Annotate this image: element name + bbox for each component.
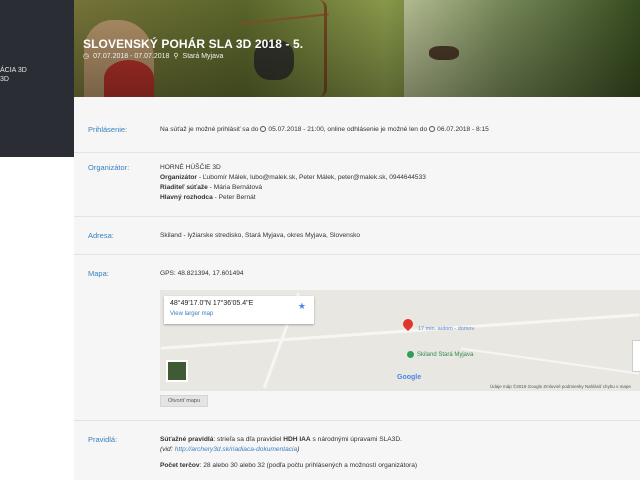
event-location: Stará Myjava <box>182 52 224 60</box>
organizer-contact: - Ľubomír Málek, lubo@malek.sk, Peter Má… <box>197 174 426 181</box>
rules-title: Súťažné pravidlá <box>160 436 214 443</box>
map-info-card: 48°49'17.0"N 17°36'05.4"E View larger ma… <box>164 296 314 324</box>
address-label: Adresa: <box>88 231 114 240</box>
open-map-button[interactable]: Otvoriť mapu <box>160 395 208 407</box>
satellite-toggle[interactable] <box>166 360 188 382</box>
map-footer: Údaje máp ©2018 Google Zmluvné podmienky… <box>490 384 631 389</box>
organizer-role: Organizátor <box>160 174 198 181</box>
poi-icon[interactable] <box>407 351 414 358</box>
row-address: Adresa: Skiland - lyžiarske stredisko, S… <box>74 217 640 255</box>
targets-text: : 28 alebo 30 alebo 32 (podľa počtu prih… <box>199 462 418 469</box>
map-pin-label: 17 min. autom - domov <box>418 326 475 332</box>
view-larger-map-link[interactable]: View larger map <box>170 311 213 317</box>
sidebar-menu: ÁCIA 3D 3D <box>0 0 74 157</box>
event-details: Prihlásenie: Na súťaž je možné prihlásiť… <box>74 97 640 480</box>
star-icon[interactable]: ★ <box>298 301 306 312</box>
sidebar-item-label-1[interactable]: ÁCIA 3D <box>0 66 27 75</box>
row-registration: Prihlásenie: Na súťaž je možné prihlásiť… <box>74 97 640 153</box>
organizer-value: HORNÉ HÚŠČIE 3D Organizátor - Ľubomír Má… <box>160 163 426 203</box>
poi-label[interactable]: Skiland Stará Myjava <box>417 352 473 358</box>
rules-label: Pravidlá: <box>88 435 118 444</box>
row-organizer: Organizátor: HORNÉ HÚŠČIE 3D Organizátor… <box>74 153 640 217</box>
registration-text: Na súťaž je možné prihlásiť sa do <box>160 126 259 133</box>
sidebar: ÁCIA 3D 3D <box>0 0 74 480</box>
clock-icon: ◷ <box>83 53 90 60</box>
row-rules: Pravidlá: Súťažné pravidlá: strieľa sa d… <box>74 421 640 480</box>
director-name: - Mária Bernátová <box>207 184 263 191</box>
map-coordinates: 48°49'17.0"N 17°36'05.4"E <box>170 300 254 307</box>
sidebar-menu-text[interactable]: ÁCIA 3D 3D <box>0 66 27 84</box>
organizer-club: HORNÉ HÚŠČIE 3D <box>160 164 221 171</box>
registration-label: Prihlásenie: <box>88 125 128 134</box>
rules-text-2: s národnými úpravami SLA3D. <box>310 436 402 443</box>
gps-coordinates: GPS: 48.821394, 17.601494 <box>160 270 244 277</box>
event-dates: 07.07.2018 - 07.07.2018 <box>93 52 170 60</box>
registration-value: Na súťaž je možné prihlásiť sa do 05.07.2… <box>160 125 489 135</box>
event-hero-image: SLOVENSKÝ POHÁR SLA 3D 2018 - 5. ◷ 07.07… <box>74 0 640 97</box>
rules-hdh: HDH IAA <box>283 436 311 443</box>
rules-documentation-link[interactable]: http://archery3d.sk/riadiaca-dokumentaci… <box>175 446 297 453</box>
map-label: Mapa: <box>88 269 109 278</box>
rules-value: Súťažné pravidlá: strieľa sa dľa pravidi… <box>160 435 417 471</box>
clock-icon <box>429 126 436 132</box>
organizer-label: Organizátor: <box>88 163 130 172</box>
unregistration-deadline: 06.07.2018 - 8:15 <box>437 126 489 133</box>
address-value: Skiland - lyžiarske stredisko, Stará Myj… <box>160 232 361 239</box>
event-title: SLOVENSKÝ POHÁR SLA 3D 2018 - 5. <box>83 37 304 51</box>
registration-deadline: 05.07.2018 - 21:00, online odhlásenie je… <box>268 126 428 133</box>
google-logo: Google <box>397 374 422 381</box>
clock-icon <box>260 126 267 132</box>
director-role: Riaditeľ súťaže <box>160 184 208 191</box>
judge-role: Hlavný rozhodca <box>160 194 213 201</box>
zoom-control[interactable] <box>632 340 640 372</box>
rules-text: : strieľa sa dľa pravidiel <box>213 436 284 443</box>
judge-name: - Peter Bernát <box>212 194 256 201</box>
rules-see-end: ) <box>297 446 300 453</box>
targets-title: Počet terčov <box>160 462 200 469</box>
rules-see: (viď: <box>160 446 175 453</box>
event-meta: ◷ 07.07.2018 - 07.07.2018 ⚲ Stará Myjava <box>83 52 224 61</box>
location-pin-icon: ⚲ <box>173 53 179 60</box>
sidebar-item-label-2[interactable]: 3D <box>0 75 27 84</box>
embedded-map[interactable]: 48°49'17.0"N 17°36'05.4"E View larger ma… <box>160 290 640 391</box>
